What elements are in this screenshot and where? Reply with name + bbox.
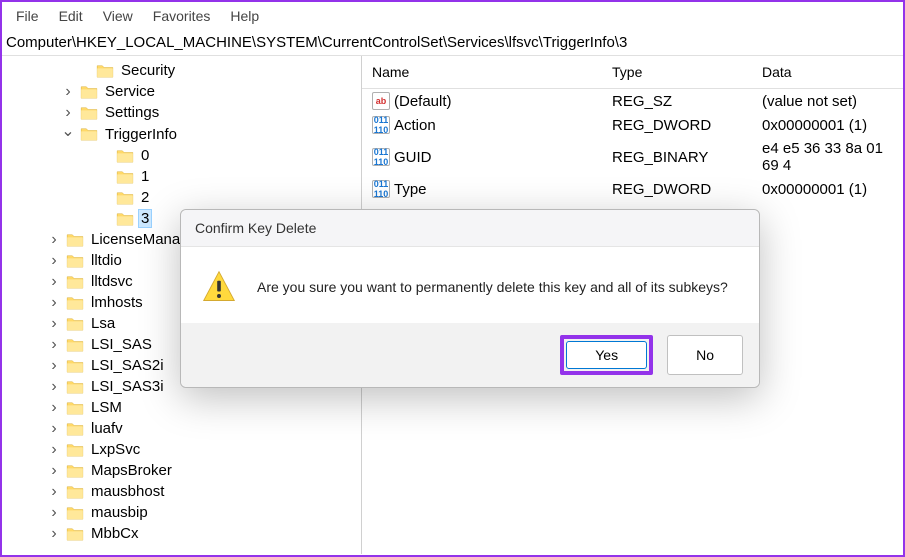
folder-icon — [116, 212, 134, 226]
chevron-right-icon[interactable] — [46, 504, 62, 522]
folder-icon — [66, 464, 84, 478]
folder-icon — [66, 275, 84, 289]
dialog-body: Are you sure you want to permanently del… — [181, 247, 759, 323]
yes-highlight: Yes — [560, 335, 653, 375]
folder-icon — [66, 380, 84, 394]
tree-item-service[interactable]: Service — [6, 81, 361, 102]
chevron-right-icon[interactable] — [46, 483, 62, 501]
menu-help[interactable]: Help — [222, 6, 267, 26]
chevron-right-icon[interactable] — [46, 294, 62, 312]
tree-item-mbbcx[interactable]: MbbCx — [6, 523, 361, 544]
tree-item-lxpsvc[interactable]: LxpSvc — [6, 439, 361, 460]
chevron-right-icon[interactable] — [46, 252, 62, 270]
chevron-right-icon[interactable] — [46, 420, 62, 438]
chevron-right-icon[interactable] — [46, 462, 62, 480]
folder-icon — [66, 296, 84, 310]
chevron-right-icon[interactable] — [46, 399, 62, 417]
tree-item-1[interactable]: 1 — [6, 166, 361, 187]
chevron-right-icon[interactable] — [46, 315, 62, 333]
folder-icon — [66, 422, 84, 436]
folder-icon — [66, 254, 84, 268]
chevron-right-icon[interactable] — [46, 441, 62, 459]
folder-icon — [96, 64, 114, 78]
tree-item-luafv[interactable]: luafv — [6, 418, 361, 439]
folder-icon — [116, 149, 134, 163]
binary-value-icon: 011110 — [372, 148, 390, 166]
folder-icon — [66, 443, 84, 457]
chevron-right-icon[interactable] — [46, 525, 62, 543]
col-header-name[interactable]: Name — [372, 64, 612, 80]
value-row[interactable]: 011110Type REG_DWORD 0x00000001 (1) — [362, 177, 903, 201]
menu-edit[interactable]: Edit — [51, 6, 91, 26]
menu-bar: File Edit View Favorites Help — [2, 2, 903, 30]
address-bar[interactable]: Computer\HKEY_LOCAL_MACHINE\SYSTEM\Curre… — [2, 30, 903, 56]
chevron-right-icon[interactable] — [46, 357, 62, 375]
chevron-right-icon[interactable] — [60, 104, 76, 122]
folder-icon — [66, 317, 84, 331]
confirm-dialog: Confirm Key Delete Are you sure you want… — [180, 209, 760, 388]
column-headers: Name Type Data — [362, 56, 903, 89]
tree-item-lsm[interactable]: LSM — [6, 397, 361, 418]
folder-icon — [80, 106, 98, 120]
folder-icon — [66, 338, 84, 352]
tree-item-0[interactable]: 0 — [6, 145, 361, 166]
folder-icon — [80, 85, 98, 99]
chevron-right-icon[interactable] — [60, 83, 76, 101]
yes-button[interactable]: Yes — [566, 341, 647, 369]
value-row[interactable]: ab(Default) REG_SZ (value not set) — [362, 89, 903, 113]
tree-item-mapsbroker[interactable]: MapsBroker — [6, 460, 361, 481]
chevron-down-icon[interactable] — [60, 124, 76, 144]
string-value-icon: ab — [372, 92, 390, 110]
folder-icon — [66, 527, 84, 541]
folder-icon — [116, 170, 134, 184]
folder-icon — [66, 233, 84, 247]
folder-icon — [66, 359, 84, 373]
value-row[interactable]: 011110GUID REG_BINARY e4 e5 36 33 8a 01 … — [362, 137, 903, 177]
folder-icon — [80, 127, 98, 141]
tree-item-mausbip[interactable]: mausbip — [6, 502, 361, 523]
binary-value-icon: 011110 — [372, 180, 390, 198]
chevron-right-icon[interactable] — [46, 378, 62, 396]
col-header-type[interactable]: Type — [612, 64, 762, 80]
menu-file[interactable]: File — [8, 6, 47, 26]
tree-item-mausbhost[interactable]: mausbhost — [6, 481, 361, 502]
folder-icon — [66, 401, 84, 415]
col-header-data[interactable]: Data — [762, 64, 893, 80]
chevron-right-icon[interactable] — [46, 336, 62, 354]
folder-icon — [66, 485, 84, 499]
no-button[interactable]: No — [667, 335, 743, 375]
tree-item-2[interactable]: 2 — [6, 187, 361, 208]
dialog-title: Confirm Key Delete — [181, 210, 759, 247]
chevron-right-icon[interactable] — [46, 231, 62, 249]
tree-item-triggerinfo[interactable]: TriggerInfo — [6, 123, 361, 145]
menu-view[interactable]: View — [95, 6, 141, 26]
value-row[interactable]: 011110Action REG_DWORD 0x00000001 (1) — [362, 113, 903, 137]
dialog-buttons: Yes No — [181, 323, 759, 387]
dialog-message: Are you sure you want to permanently del… — [257, 279, 728, 295]
menu-favorites[interactable]: Favorites — [145, 6, 219, 26]
folder-icon — [116, 191, 134, 205]
chevron-right-icon[interactable] — [46, 273, 62, 291]
folder-icon — [66, 506, 84, 520]
tree-item-security[interactable]: Security — [6, 60, 361, 81]
tree-item-settings[interactable]: Settings — [6, 102, 361, 123]
warning-icon — [201, 269, 237, 305]
binary-value-icon: 011110 — [372, 116, 390, 134]
